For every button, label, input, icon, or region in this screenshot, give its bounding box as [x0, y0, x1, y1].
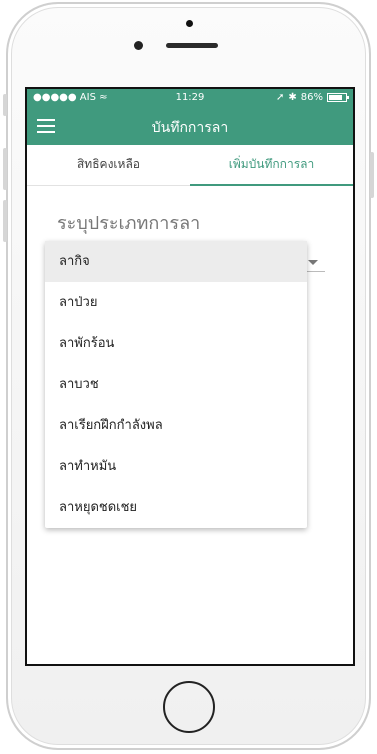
- page-title: บันทึกการลา: [151, 120, 229, 136]
- menu-item-sick-leave[interactable]: ลาป่วย: [45, 282, 307, 323]
- proximity-sensor: [134, 41, 143, 50]
- tab-add-leave-record[interactable]: เพิ่มบันทึกการลา: [190, 145, 353, 185]
- status-right: ➚ ✱ 86%: [275, 92, 349, 103]
- earpiece-speaker: [166, 43, 218, 48]
- front-camera: [186, 20, 193, 27]
- mute-switch: [3, 94, 7, 116]
- app-bar: บันทึกการลา: [27, 107, 353, 145]
- menu-item-military-training-leave[interactable]: ลาเรียกฝึกกำลังพล: [45, 405, 307, 446]
- menu-item-personal-leave[interactable]: ลากิจ: [45, 241, 307, 282]
- menu-item-ordination-leave[interactable]: ลาบวช: [45, 364, 307, 405]
- tab-remaining-rights[interactable]: สิทธิคงเหลือ: [27, 145, 190, 185]
- leave-type-menu: ลากิจ ลาป่วย ลาพักร้อน ลาบวช ลาเรียกฝึกก…: [45, 241, 307, 528]
- phone-screen: ●●●●● AIS ≈ 11:29 ➚ ✱ 86% บันทึกการลา สิ…: [25, 87, 355, 666]
- form-content: ระบุประเภทการลา ลากิจ ลาป่วย ลาพักร้อน ล…: [27, 186, 353, 606]
- bluetooth-icon: ✱: [288, 92, 297, 103]
- volume-down-button: [3, 200, 7, 242]
- home-button[interactable]: [163, 681, 215, 733]
- status-bar: ●●●●● AIS ≈ 11:29 ➚ ✱ 86%: [27, 89, 353, 107]
- leave-type-label: ระบุประเภทการลา: [57, 213, 201, 234]
- location-arrow-icon: ➚: [275, 92, 285, 103]
- battery-percent: 86%: [300, 92, 323, 103]
- menu-item-compensatory-leave[interactable]: ลาหยุดชดเชย: [45, 487, 307, 528]
- power-button: [370, 152, 374, 198]
- menu-item-vacation-leave[interactable]: ลาพักร้อน: [45, 323, 307, 364]
- tab-bar: สิทธิคงเหลือ เพิ่มบันทึกการลา: [27, 145, 353, 186]
- volume-up-button: [3, 148, 7, 190]
- battery-icon: [327, 93, 349, 102]
- menu-item-sterilization-leave[interactable]: ลาทำหมัน: [45, 446, 307, 487]
- chevron-down-icon[interactable]: [308, 260, 318, 265]
